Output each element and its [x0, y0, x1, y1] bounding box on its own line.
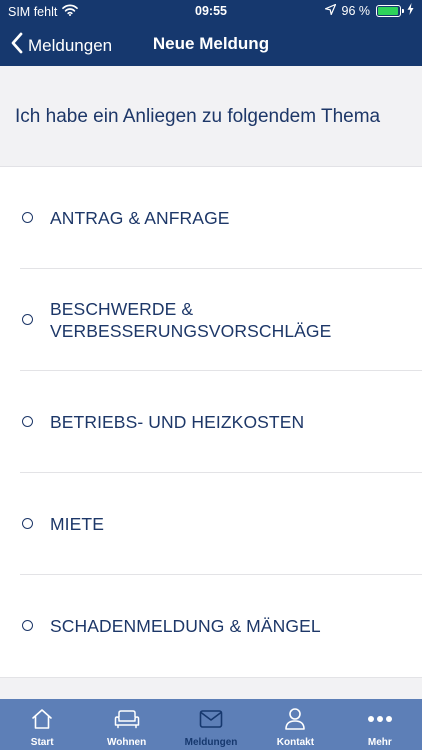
topic-prompt-section: Ich habe ein Anliegen zu folgendem Thema — [0, 66, 422, 167]
tab-bar: Start Wohnen Meldungen Kontakt Mehr — [0, 699, 422, 750]
tab-label: Meldungen — [184, 737, 238, 748]
app-screen: SIM fehlt 09:55 96 % Meldungen Neue Meld… — [0, 0, 422, 750]
tab-kontakt[interactable]: Kontakt — [253, 699, 337, 750]
more-dots-icon — [367, 707, 393, 731]
topic-list: ANTRAG & ANFRAGE BESCHWERDE & VERBESSERU… — [0, 167, 422, 677]
topic-option-miete[interactable]: MIETE — [20, 473, 422, 575]
radio-icon[interactable] — [22, 416, 33, 427]
page-title-text: Neue Meldung — [152, 34, 270, 53]
battery-fill — [378, 6, 399, 15]
topic-option-schadenmeldung[interactable]: SCHADENMELDUNG & MÄNGEL — [20, 575, 422, 677]
tab-label: Wohnen — [106, 737, 147, 748]
home-icon — [29, 707, 55, 731]
tab-wohnen[interactable]: Wohnen — [84, 699, 168, 750]
radio-icon[interactable] — [22, 518, 33, 529]
topic-option-antrag[interactable]: ANTRAG & ANFRAGE — [20, 167, 422, 269]
tab-label: Start — [30, 737, 54, 748]
tab-label: Kontakt — [276, 737, 315, 748]
tab-label: Mehr — [367, 737, 392, 748]
list-footer-divider — [0, 677, 422, 699]
tab-mehr[interactable]: Mehr — [338, 699, 422, 750]
location-arrow-icon — [324, 3, 336, 18]
topic-label: BESCHWERDE & VERBESSERUNGSVORSCHLÄGE — [50, 298, 332, 341]
header: SIM fehlt 09:55 96 % Meldungen Neue Meld… — [0, 0, 422, 66]
page-title: Neue Meldung — [0, 34, 422, 54]
charging-bolt-icon — [407, 3, 414, 18]
topic-label: ANTRAG & ANFRAGE — [50, 207, 230, 228]
sofa-icon — [114, 707, 140, 731]
envelope-icon — [198, 707, 224, 731]
topic-prompt: Ich habe ein Anliegen zu folgendem Thema — [15, 106, 381, 127]
topic-option-beschwerde[interactable]: BESCHWERDE & VERBESSERUNGSVORSCHLÄGE — [20, 269, 422, 371]
tab-start[interactable]: Start — [0, 699, 84, 750]
nav-bar: Meldungen Neue Meldung — [0, 22, 422, 66]
battery-icon — [376, 4, 404, 17]
status-bar: SIM fehlt 09:55 96 % — [0, 0, 422, 22]
status-right-group: 96 % — [324, 3, 415, 18]
battery-percent: 96 % — [341, 3, 371, 18]
topic-label: BETRIEBS- UND HEIZKOSTEN — [50, 411, 305, 432]
radio-icon[interactable] — [22, 212, 33, 223]
radio-icon[interactable] — [22, 314, 33, 325]
person-icon — [282, 707, 308, 731]
tab-meldungen[interactable]: Meldungen — [169, 699, 253, 750]
topic-label: MIETE — [50, 513, 104, 534]
topic-option-betriebskosten[interactable]: BETRIEBS- UND HEIZKOSTEN — [20, 371, 422, 473]
radio-icon[interactable] — [22, 620, 33, 631]
topic-label: SCHADENMELDUNG & MÄNGEL — [50, 616, 321, 636]
